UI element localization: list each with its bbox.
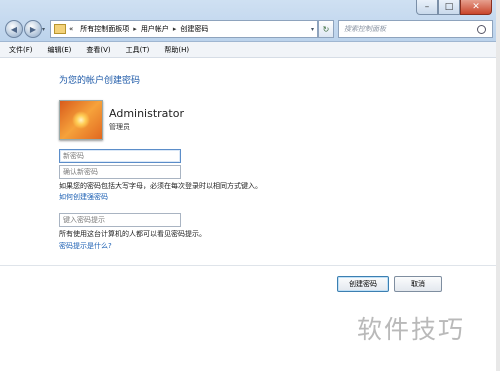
- recent-pages-dropdown[interactable]: ▾: [42, 26, 45, 33]
- search-input[interactable]: 搜索控制面板: [344, 24, 477, 34]
- search-box[interactable]: 搜索控制面板: [338, 20, 493, 38]
- breadcrumb-separator-icon[interactable]: ▸: [173, 25, 177, 33]
- refresh-button[interactable]: ↻: [318, 20, 334, 38]
- menu-view[interactable]: 查看(V): [86, 45, 110, 55]
- forward-button[interactable]: ▶: [24, 20, 42, 38]
- address-prefix[interactable]: «: [69, 25, 73, 33]
- hint-visibility-note: 所有使用这台计算机的人都可以看见密码提示。: [59, 230, 206, 238]
- password-hint-field[interactable]: 键入密码提示: [59, 213, 181, 227]
- new-password-placeholder: 新密码: [63, 152, 84, 160]
- caption-buttons: – □ ✕: [416, 0, 492, 15]
- user-avatar: [59, 100, 103, 140]
- breadcrumb-user-accounts[interactable]: 用户帐户: [141, 24, 169, 34]
- address-dropdown-icon[interactable]: ▾: [311, 26, 314, 33]
- menu-edit[interactable]: 编辑(E): [48, 45, 72, 55]
- menu-tools[interactable]: 工具(T): [126, 45, 150, 55]
- window-edge: [496, 0, 500, 371]
- new-password-field[interactable]: 新密码: [59, 149, 181, 163]
- confirm-password-field[interactable]: 确认新密码: [59, 165, 181, 179]
- back-button[interactable]: ◀: [5, 20, 23, 38]
- menu-bar: 文件(F) 编辑(E) 查看(V) 工具(T) 帮助(H): [0, 42, 496, 58]
- uppercase-note: 如果您的密码包括大写字母，必须在每次登录时以相同方式键入。: [59, 182, 262, 190]
- user-name: Administrator: [109, 107, 184, 120]
- create-password-window: – □ ✕ ◀ ▶ ▾ « 所有控制面板项 ▸ 用户帐户 ▸ 创建密码 ▾ ↻ …: [0, 0, 496, 372]
- menu-help[interactable]: 帮助(H): [164, 45, 189, 55]
- password-hint-placeholder: 键入密码提示: [63, 216, 105, 224]
- watermark: 软件技巧: [357, 315, 466, 344]
- maximize-button[interactable]: □: [438, 0, 460, 15]
- cancel-button[interactable]: 取消: [394, 276, 442, 292]
- breadcrumb-create-password[interactable]: 创建密码: [180, 24, 208, 34]
- create-password-button[interactable]: 创建密码: [337, 276, 389, 292]
- title-bar: – □ ✕ ◀ ▶ ▾ « 所有控制面板项 ▸ 用户帐户 ▸ 创建密码 ▾ ↻ …: [0, 0, 496, 42]
- close-button[interactable]: ✕: [460, 0, 492, 15]
- search-icon[interactable]: [477, 24, 486, 34]
- user-role: 管理员: [109, 123, 130, 131]
- menu-file[interactable]: 文件(F): [9, 45, 33, 55]
- breadcrumb-control-panel[interactable]: 所有控制面板项: [80, 24, 129, 34]
- strong-password-link[interactable]: 如何创建强密码: [59, 192, 108, 202]
- minimize-button[interactable]: –: [416, 0, 438, 15]
- what-is-hint-link[interactable]: 密码提示是什么?: [59, 241, 112, 251]
- confirm-password-placeholder: 确认新密码: [63, 168, 98, 176]
- control-panel-icon: [54, 24, 66, 34]
- breadcrumb-separator-icon[interactable]: ▸: [133, 25, 137, 33]
- address-bar[interactable]: « 所有控制面板项 ▸ 用户帐户 ▸ 创建密码 ▾: [50, 20, 318, 38]
- page-title: 为您的帐户创建密码: [59, 76, 141, 86]
